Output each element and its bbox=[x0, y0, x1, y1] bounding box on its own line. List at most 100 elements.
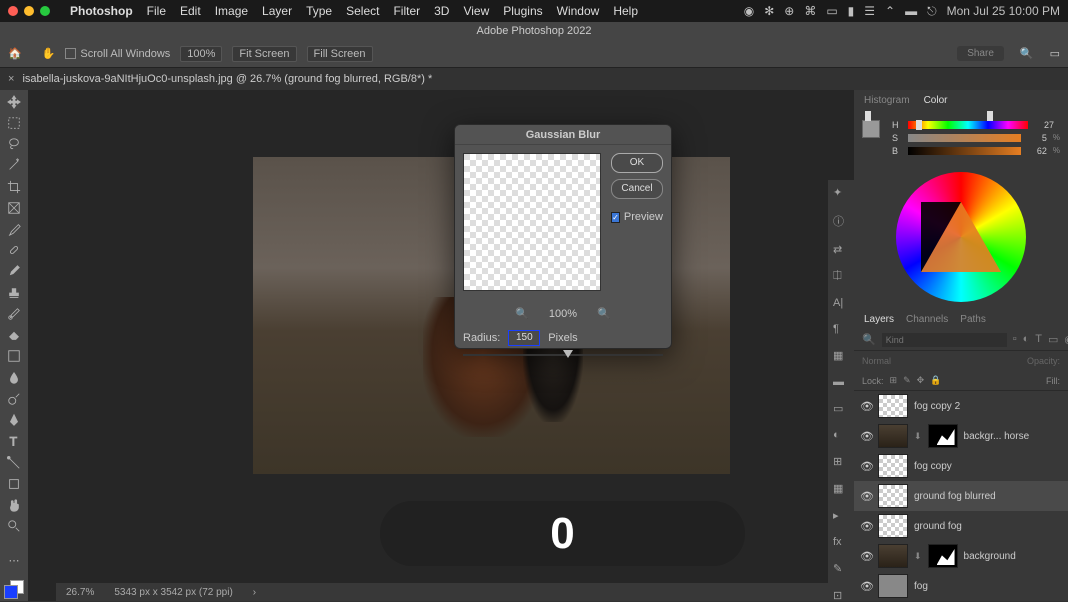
rail-icon[interactable]: ⊡ bbox=[833, 589, 849, 602]
menu-plugins[interactable]: Plugins bbox=[503, 4, 542, 18]
bri-slider[interactable]: B62% bbox=[892, 146, 1060, 156]
filter-icon[interactable]: ◐ bbox=[1023, 333, 1030, 347]
rail-icon[interactable]: ▸ bbox=[833, 509, 849, 522]
brush-tool-icon[interactable] bbox=[5, 264, 23, 279]
menu-image[interactable]: Image bbox=[215, 4, 248, 18]
gradient-tool-icon[interactable] bbox=[5, 349, 23, 364]
layer-thumbnail[interactable] bbox=[878, 514, 908, 538]
move-tool-icon[interactable] bbox=[5, 94, 23, 109]
menu-help[interactable]: Help bbox=[613, 4, 638, 18]
layer-thumbnail[interactable] bbox=[878, 394, 908, 418]
layer-blend-row[interactable]: Normal Opacity: bbox=[854, 351, 1068, 371]
layer-name[interactable]: ground fog blurred bbox=[914, 491, 996, 502]
color-swatch[interactable] bbox=[4, 580, 24, 597]
menu-edit[interactable]: Edit bbox=[180, 4, 201, 18]
radius-input[interactable]: 150 bbox=[508, 330, 540, 346]
layer-filter-input[interactable] bbox=[882, 333, 1007, 347]
menu-layer[interactable]: Layer bbox=[262, 4, 292, 18]
pen-tool-icon[interactable] bbox=[5, 413, 23, 428]
dodge-tool-icon[interactable] bbox=[5, 391, 23, 406]
healing-tool-icon[interactable] bbox=[5, 243, 23, 258]
blur-tool-icon[interactable] bbox=[5, 370, 23, 385]
filter-icon[interactable]: ▭ bbox=[1048, 333, 1058, 347]
history-brush-icon[interactable] bbox=[5, 306, 23, 321]
layer-visibility-icon[interactable]: 👁 bbox=[860, 400, 872, 413]
control-center-icon[interactable]: ⎋ bbox=[927, 4, 937, 19]
rail-icon[interactable]: ▦ bbox=[833, 349, 849, 362]
tab-color[interactable]: Color bbox=[924, 95, 948, 106]
layer-mask[interactable] bbox=[928, 424, 958, 448]
menu-filter[interactable]: Filter bbox=[393, 4, 420, 18]
layer-name[interactable]: fog bbox=[914, 581, 928, 592]
layer-name[interactable]: fog copy bbox=[914, 461, 952, 472]
tab-paths[interactable]: Paths bbox=[960, 314, 986, 325]
hue-slider[interactable]: H27 bbox=[892, 120, 1060, 130]
menu-view[interactable]: View bbox=[463, 4, 489, 18]
color-wheel[interactable] bbox=[896, 172, 1026, 302]
lock-icon[interactable]: ✥ bbox=[917, 375, 925, 386]
stamp-tool-icon[interactable] bbox=[5, 285, 23, 300]
status-arrow-icon[interactable]: › bbox=[253, 587, 256, 598]
rail-icon[interactable]: ▭ bbox=[833, 402, 849, 415]
fit-screen-button[interactable]: Fit Screen bbox=[232, 46, 296, 62]
rail-icon[interactable]: ⊞ bbox=[833, 455, 849, 468]
rail-icon[interactable]: A| bbox=[833, 297, 849, 309]
layer-row[interactable]: 👁⬇backgr... horse bbox=[854, 421, 1068, 451]
wifi-icon[interactable]: ⌃ bbox=[885, 4, 895, 18]
layer-filter-bar[interactable]: 🔍 ▫ ◐ T ▭ ◉ bbox=[854, 329, 1068, 351]
lock-icon[interactable]: ⊞ bbox=[890, 375, 898, 386]
filter-icon[interactable]: ▫ bbox=[1013, 333, 1017, 347]
sat-slider[interactable]: S5% bbox=[892, 133, 1060, 143]
layer-mask[interactable] bbox=[928, 544, 958, 568]
layer-row[interactable]: 👁ground fog bbox=[854, 511, 1068, 541]
radius-slider[interactable] bbox=[463, 354, 663, 356]
layer-lock-row[interactable]: Lock: ⊞ ✎ ✥ 🔒 Fill: bbox=[854, 371, 1068, 391]
zoom-out-icon[interactable]: 🔍 bbox=[515, 307, 529, 320]
canvas-area[interactable]: Gaussian Blur OK Cancel ✓ Preview 🔍 100%… bbox=[28, 90, 854, 601]
menu-app[interactable]: Photoshop bbox=[70, 4, 133, 18]
app-menu[interactable]: Photoshop File Edit Image Layer Type Sel… bbox=[70, 4, 638, 18]
menu-window[interactable]: Window bbox=[557, 4, 600, 18]
dialog-preview[interactable] bbox=[463, 153, 601, 291]
frame-tool-icon[interactable] bbox=[5, 200, 23, 215]
lock-icon[interactable]: 🔒 bbox=[930, 375, 941, 386]
workspace-icon[interactable]: ▭ bbox=[1050, 47, 1060, 60]
wand-tool-icon[interactable] bbox=[5, 158, 23, 173]
share-button[interactable]: Share bbox=[957, 46, 1004, 61]
layer-visibility-icon[interactable]: 👁 bbox=[860, 520, 872, 533]
layer-name[interactable]: background bbox=[964, 551, 1016, 562]
home-icon[interactable]: 🏠 bbox=[8, 47, 22, 60]
type-tool-icon[interactable]: T bbox=[5, 434, 23, 449]
layer-row[interactable]: 👁ground fog blurred bbox=[854, 481, 1068, 511]
tab-histogram[interactable]: Histogram bbox=[864, 95, 910, 106]
window-traffic-lights[interactable] bbox=[8, 6, 50, 16]
layers-tabs[interactable]: Layers Channels Paths bbox=[854, 309, 1068, 329]
rail-icon[interactable]: ▦ bbox=[833, 482, 849, 495]
layer-visibility-icon[interactable]: 👁 bbox=[860, 460, 872, 473]
preview-checkbox[interactable]: ✓ Preview bbox=[611, 211, 663, 223]
marquee-tool-icon[interactable] bbox=[5, 115, 23, 130]
document-tab[interactable]: × isabella-juskova-9aNItHjuOc0-unsplash.… bbox=[0, 68, 1068, 90]
hand-tool-icon[interactable]: ✋ bbox=[42, 47, 56, 60]
ok-button[interactable]: OK bbox=[611, 153, 663, 173]
layer-row[interactable]: 👁 fog copy bbox=[854, 451, 1068, 481]
layer-row[interactable]: 👁fog bbox=[854, 571, 1068, 601]
menubar-clock[interactable]: Mon Jul 25 10:00 PM bbox=[947, 4, 1060, 18]
search-icon[interactable]: 🔍 bbox=[1020, 47, 1034, 60]
layer-visibility-icon[interactable]: 👁 bbox=[860, 550, 872, 563]
shape-tool-icon[interactable] bbox=[5, 476, 23, 491]
path-tool-icon[interactable] bbox=[5, 455, 23, 470]
rail-icon[interactable]: ▬ bbox=[833, 376, 849, 388]
layer-row[interactable]: 👁⬇background bbox=[854, 541, 1068, 571]
color-panel-tabs[interactable]: Histogram Color bbox=[854, 90, 1068, 112]
edit-toolbar-icon[interactable]: ⋯ bbox=[5, 553, 23, 568]
search-icon[interactable]: 🔍 bbox=[862, 333, 876, 346]
layer-thumbnail[interactable] bbox=[878, 484, 908, 508]
rail-icon[interactable]: ✦ bbox=[833, 186, 849, 199]
menu-file[interactable]: File bbox=[147, 4, 166, 18]
layer-visibility-icon[interactable]: 👁 bbox=[860, 430, 872, 443]
layer-thumbnail[interactable] bbox=[878, 574, 908, 598]
rail-icon[interactable]: ⇄ bbox=[833, 243, 849, 256]
lasso-tool-icon[interactable] bbox=[5, 136, 23, 151]
scroll-all-option[interactable]: Scroll All Windows bbox=[65, 48, 170, 60]
